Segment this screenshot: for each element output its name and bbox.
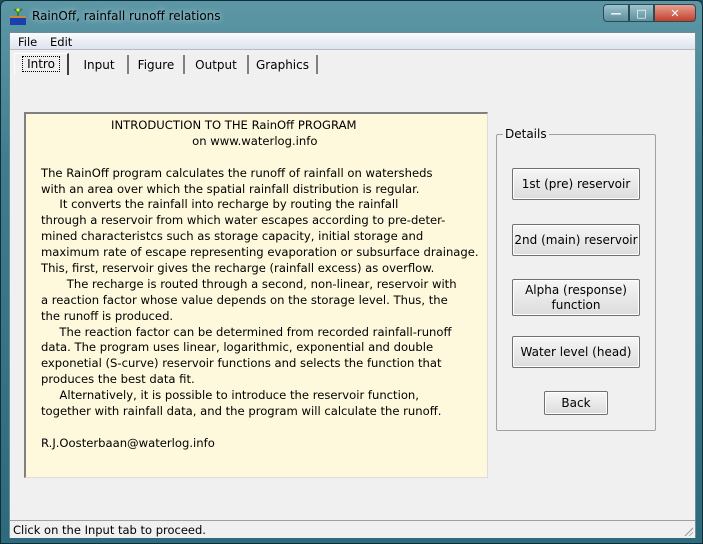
resize-grip-icon[interactable] [683, 526, 693, 536]
intro-line: the runoff is produced. [41, 308, 174, 323]
intro-line: R.J.Oosterbaan@waterlog.info [41, 435, 215, 450]
window-title: RainOff, rainfall runoff relations [32, 9, 221, 23]
water-level-button[interactable]: Water level (head) [512, 336, 640, 368]
intro-line: maximum rate of escape representing evap… [41, 245, 479, 260]
menu-bar: File Edit [10, 33, 695, 50]
back-button[interactable]: Back [544, 391, 608, 415]
intro-line: data. The program uses linear, logarithm… [41, 340, 434, 355]
intro-line: produces the best data fit. [41, 372, 195, 387]
tab-input[interactable]: Input [71, 55, 129, 74]
intro-line: mined characteristcs such as storage cap… [41, 229, 424, 244]
maximize-button[interactable]: □ [629, 4, 654, 22]
tab-output[interactable]: Output [185, 55, 249, 74]
client-area: File Edit Intro Input Figure Output Grap… [9, 32, 696, 538]
close-button[interactable]: ✕ [654, 4, 696, 22]
intro-line: Alternatively, it is possible to introdu… [41, 388, 419, 403]
intro-line: on www.waterlog.info [41, 133, 318, 148]
intro-line: exponetial (S-curve) reservoir functions… [41, 356, 442, 371]
intro-line: The reaction factor can be determined fr… [41, 324, 452, 339]
intro-text-box: INTRODUCTION TO THE RainOff PROGRAM on w… [24, 112, 488, 478]
intro-line: with an area over which the spatial rain… [41, 181, 420, 196]
intro-line: The recharge is routed through a second,… [41, 276, 457, 291]
intro-line: INTRODUCTION TO THE RainOff PROGRAM [41, 118, 357, 132]
minimize-button[interactable]: — [603, 4, 629, 22]
alpha-function-button[interactable]: Alpha (response) function [512, 279, 640, 316]
intro-line: It converts the rainfall into recharge b… [41, 197, 399, 212]
intro-line: This, first, reservoir gives the recharg… [41, 261, 435, 276]
menu-file[interactable]: File [18, 35, 37, 49]
details-label: Details [503, 127, 549, 141]
first-reservoir-button[interactable]: 1st (pre) reservoir [512, 168, 640, 200]
tab-graphics[interactable]: Graphics [249, 55, 318, 74]
intro-line: a reaction factor whose value depends on… [41, 292, 448, 307]
second-reservoir-button[interactable]: 2nd (main) reservoir [512, 224, 640, 256]
intro-line [41, 150, 487, 166]
intro-line: The RainOff program calculates the runof… [41, 165, 433, 180]
tab-figure[interactable]: Figure [129, 55, 185, 74]
status-text: Click on the Input tab to proceed. [13, 523, 206, 537]
tab-intro[interactable]: Intro [14, 53, 69, 75]
intro-line: through a reservoir from which water esc… [41, 213, 446, 228]
menu-edit[interactable]: Edit [50, 35, 72, 49]
intro-line: together with rainfall data, and the pro… [41, 404, 442, 419]
app-icon [10, 8, 26, 25]
details-group: Details 1st (pre) reservoir 2nd (main) r… [496, 127, 656, 431]
intro-line [41, 420, 487, 436]
status-bar: Click on the Input tab to proceed. [10, 520, 695, 538]
app-window: RainOff, rainfall runoff relations — □ ✕… [0, 0, 703, 544]
